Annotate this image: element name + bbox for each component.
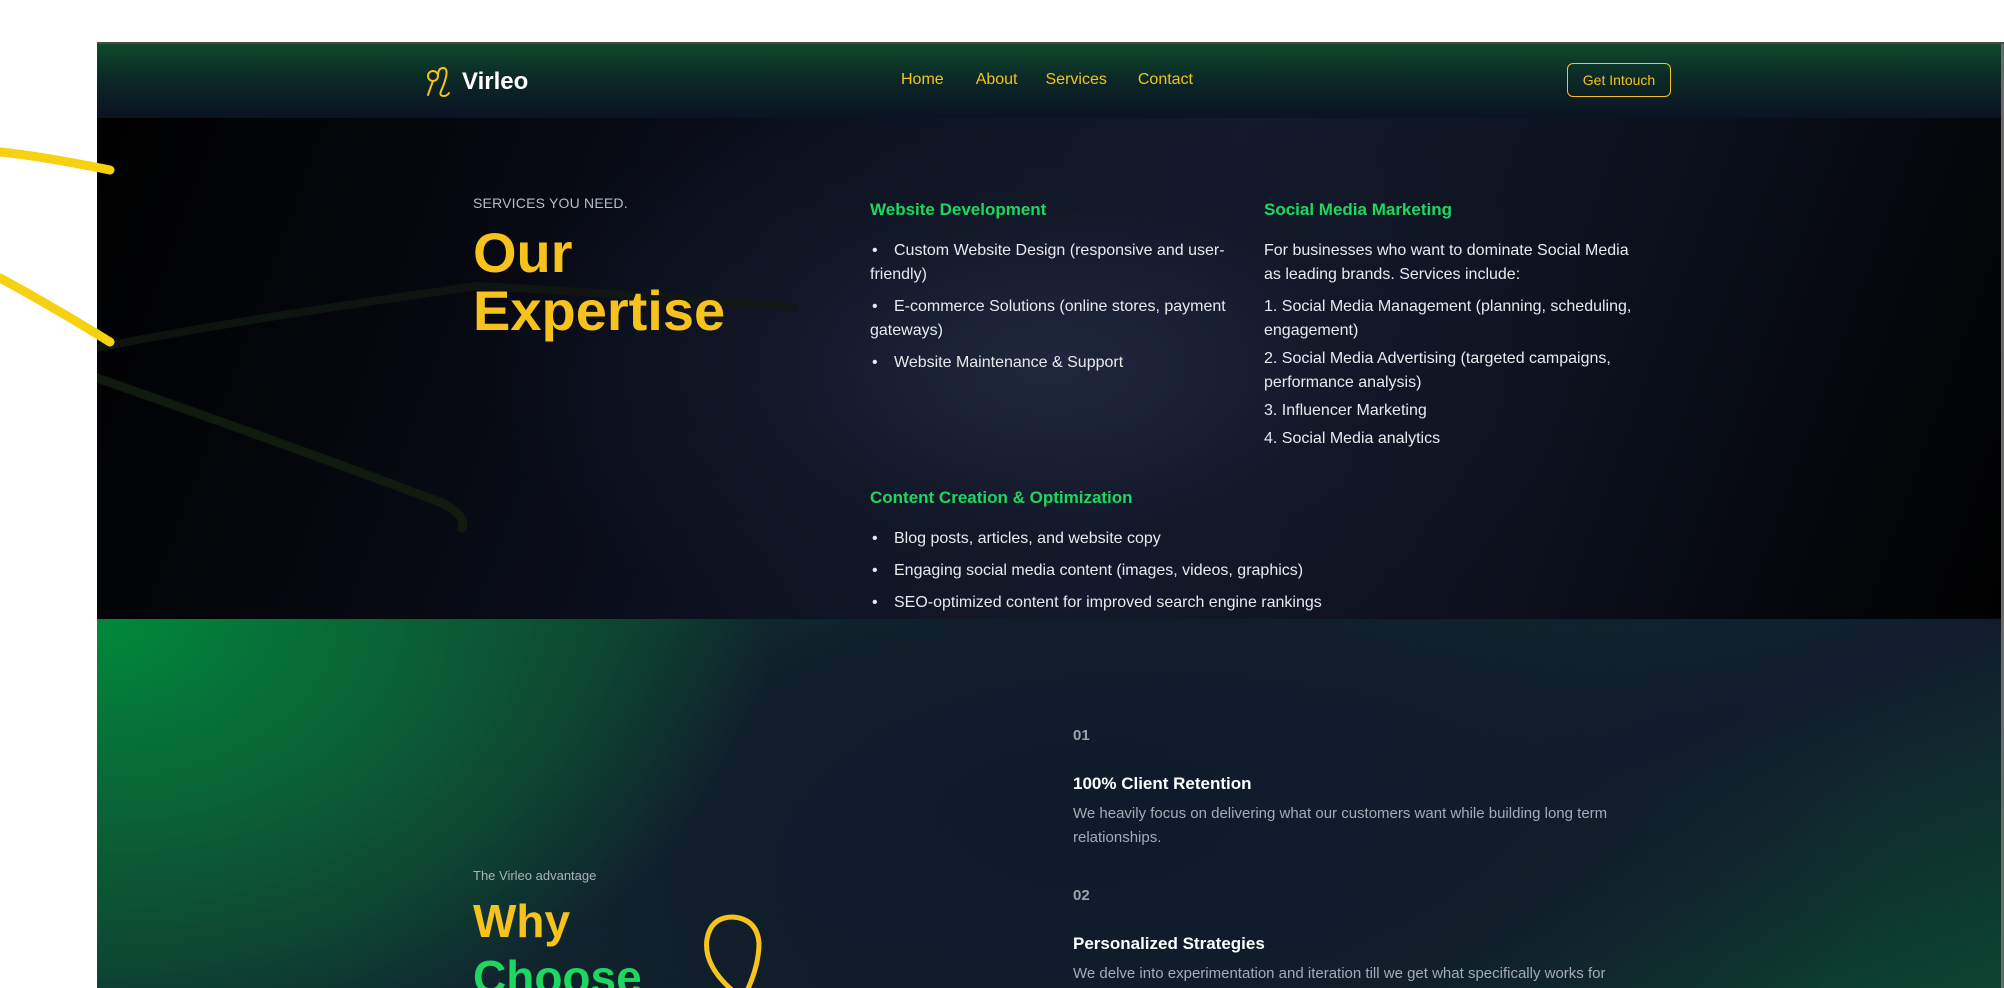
bullet-icon: •	[872, 298, 878, 315]
services-heading: Our Expertise	[473, 224, 793, 340]
nav-link-contact[interactable]: Contact	[1138, 71, 1193, 89]
list-item: 2. Social Media Advertising (targeted ca…	[1264, 350, 1611, 391]
nav-link-home[interactable]: Home	[901, 71, 944, 89]
social-media-title: Social Media Marketing	[1264, 200, 1452, 219]
list-item: 3. Influencer Marketing	[1264, 402, 1427, 419]
bullet-icon: •	[872, 594, 878, 611]
bullet-icon: •	[872, 354, 878, 371]
bullet-icon: •	[872, 530, 878, 547]
list-item-text: Blog posts, articles, and website copy	[894, 530, 1161, 547]
list-item: • SEO-optimized content for improved sear…	[870, 591, 1370, 615]
why-choose-section: The Virleo advantage Why Choose 01 100% …	[97, 619, 2004, 988]
why-heading-line1: Why	[473, 895, 571, 947]
list-item: • Blog posts, articles, and website copy	[870, 527, 1370, 551]
feature-item: 01 100% Client Retention We heavily focu…	[1073, 727, 1633, 850]
feature-number: 02	[1073, 887, 1090, 904]
feature-title: Personalized Strategies	[1073, 934, 1265, 953]
list-item: 4. Social Media analytics	[1264, 430, 1441, 447]
feature-title: 100% Client Retention	[1073, 774, 1252, 793]
list-item: • Engaging social media content (images, …	[870, 559, 1370, 583]
feature-item: 02 Personalized Strategies We delve into…	[1073, 887, 1633, 988]
feature-number: 01	[1073, 727, 1090, 744]
why-choose-heading: Why Choose	[473, 893, 642, 988]
list-item: 1. Social Media Management (planning, sc…	[1264, 298, 1632, 339]
web-development-title: Website Development	[870, 200, 1047, 219]
list-item-text: E-commerce Solutions (online stores, pay…	[870, 298, 1226, 339]
brand-name: Virleo	[462, 68, 529, 95]
yellow-swirl-decoration	[0, 147, 115, 347]
get-intouch-button[interactable]: Get Intouch	[1567, 63, 1671, 97]
nav-link-about[interactable]: About	[976, 71, 1018, 89]
web-development-card: Website Development • Custom Website Desi…	[870, 198, 1245, 383]
services-section: SERVICES YOU NEED. Our Expertise Website…	[97, 118, 2004, 619]
list-item: • Custom Website Design (responsive and u…	[870, 239, 1245, 287]
services-kicker: SERVICES YOU NEED.	[473, 195, 628, 211]
list-item-text: SEO-optimized content for improved searc…	[894, 594, 1322, 611]
list-item-text: Website Maintenance & Support	[894, 354, 1124, 371]
feature-description: We heavily focus on delivering what our …	[1073, 805, 1608, 846]
navbar: Virleo Home About Services Contact Get I…	[97, 44, 2004, 118]
list-item: • Website Maintenance & Support	[870, 351, 1245, 375]
advantage-kicker: The Virleo advantage	[473, 868, 597, 883]
bullet-icon: •	[872, 242, 878, 259]
list-item-text: Engaging social media content (images, v…	[894, 562, 1304, 579]
social-media-intro: For businesses who want to dominate Soci…	[1264, 242, 1629, 283]
list-item: • E-commerce Solutions (online stores, pa…	[870, 295, 1245, 343]
services-heading-line1: Our	[473, 221, 573, 284]
why-heading-line2: Choose	[473, 951, 642, 988]
leo-logo-icon	[427, 66, 450, 98]
list-item-text: Custom Website Design (responsive and us…	[870, 242, 1225, 283]
content-creation-list: • Blog posts, articles, and website copy …	[870, 527, 1370, 615]
feature-description: We delve into experimentation and iterat…	[1073, 965, 1606, 982]
nav-links: Home About Services Contact	[901, 71, 1225, 89]
social-media-card: Social Media Marketing For businesses wh…	[1264, 198, 1634, 455]
browser-viewport: Virleo Home About Services Contact Get I…	[97, 42, 2004, 988]
brand-logo[interactable]: Virleo	[424, 65, 528, 99]
content-creation-card: Content Creation & Optimization • Blog po…	[870, 486, 1370, 623]
content-creation-title: Content Creation & Optimization	[870, 488, 1133, 507]
web-development-list: • Custom Website Design (responsive and u…	[870, 239, 1245, 375]
dark-swirl-decoration	[97, 281, 797, 533]
bullet-icon: •	[872, 562, 878, 579]
yellow-loop-decoration	[704, 914, 762, 988]
nav-link-services[interactable]: Services	[1046, 71, 1107, 89]
services-heading-line2: Expertise	[473, 279, 726, 342]
